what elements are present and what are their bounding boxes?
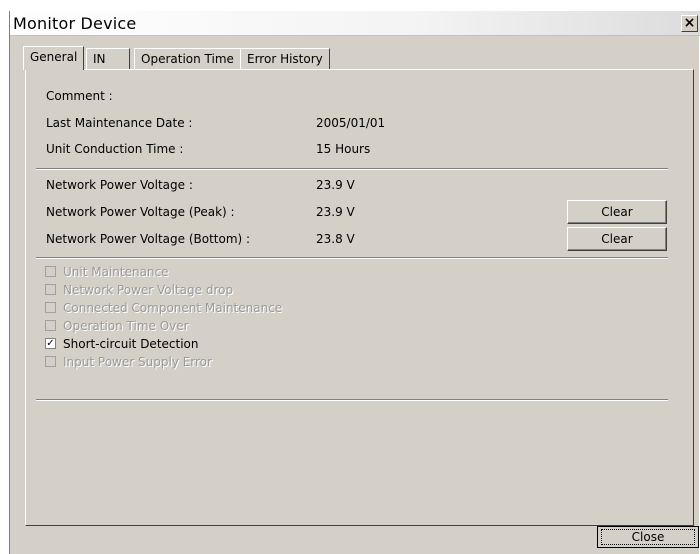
checkbox-box[interactable] [45, 266, 56, 277]
window-title: Monitor Device [13, 14, 137, 33]
separator [36, 257, 668, 259]
check-network-voltage-drop[interactable]: Network Power Voltage drop [45, 283, 233, 300]
peak-voltage-value: 23.9 V [316, 205, 355, 219]
check-label: Connected Component Maintenance [63, 301, 283, 315]
close-button[interactable]: Close [597, 526, 699, 548]
tab-in-label: IN [93, 52, 106, 66]
check-label: Unit Maintenance [63, 265, 169, 279]
check-connected-component-maintenance[interactable]: Connected Component Maintenance [45, 301, 282, 318]
check-label: Network Power Voltage drop [63, 283, 234, 297]
last-maintenance-label: Last Maintenance Date : [46, 116, 193, 130]
clear-bottom-button[interactable]: Clear [567, 227, 667, 251]
tab-general[interactable]: General [23, 46, 85, 70]
network-voltage-value: 23.9 V [316, 178, 355, 192]
check-operation-time-over[interactable]: Operation Time Over [45, 319, 189, 336]
peak-voltage-label: Network Power Voltage (Peak) : [46, 205, 235, 219]
check-unit-maintenance[interactable]: Unit Maintenance [45, 265, 169, 282]
conduction-time-value: 15 Hours [316, 142, 371, 156]
tab-error-history[interactable]: Error History [240, 48, 330, 69]
checkbox-box[interactable] [45, 284, 56, 295]
tab-panel-general: Comment : Last Maintenance Date : 2005/0… [25, 69, 694, 526]
checkmark-icon[interactable]: ✓ [45, 338, 56, 349]
check-short-circuit-detection[interactable]: ✓ Short-circuit Detection [45, 337, 199, 354]
last-maintenance-value: 2005/01/01 [316, 116, 386, 130]
checkbox-box[interactable] [45, 302, 56, 313]
check-label: Short-circuit Detection [63, 337, 199, 351]
close-icon[interactable]: × [681, 15, 698, 32]
tab-in[interactable]: IN [86, 48, 130, 69]
tab-operation-time[interactable]: Operation Time [134, 48, 241, 69]
checkbox-box[interactable] [45, 356, 56, 367]
separator [36, 168, 668, 170]
check-input-power-supply-error[interactable]: Input Power Supply Error [45, 355, 212, 372]
check-label: Input Power Supply Error [63, 355, 212, 369]
tab-operation-time-label: Operation Time [141, 52, 234, 66]
conduction-time-label: Unit Conduction Time : [46, 142, 184, 156]
network-voltage-label: Network Power Voltage : [46, 178, 193, 192]
check-label: Operation Time Over [63, 319, 189, 333]
monitor-device-window: Monitor Device × General IN Operation Ti… [9, 11, 700, 554]
separator [36, 399, 668, 401]
clear-peak-button[interactable]: Clear [567, 200, 667, 224]
comment-label: Comment : [46, 89, 113, 103]
checkbox-box[interactable] [45, 320, 56, 331]
tab-general-label: General [30, 50, 78, 64]
bottom-voltage-value: 23.8 V [316, 232, 355, 246]
tab-error-history-label: Error History [247, 52, 323, 66]
focus-rect [601, 529, 695, 545]
bottom-voltage-label: Network Power Voltage (Bottom) : [46, 232, 251, 246]
title-bar[interactable]: Monitor Device × [10, 11, 700, 36]
